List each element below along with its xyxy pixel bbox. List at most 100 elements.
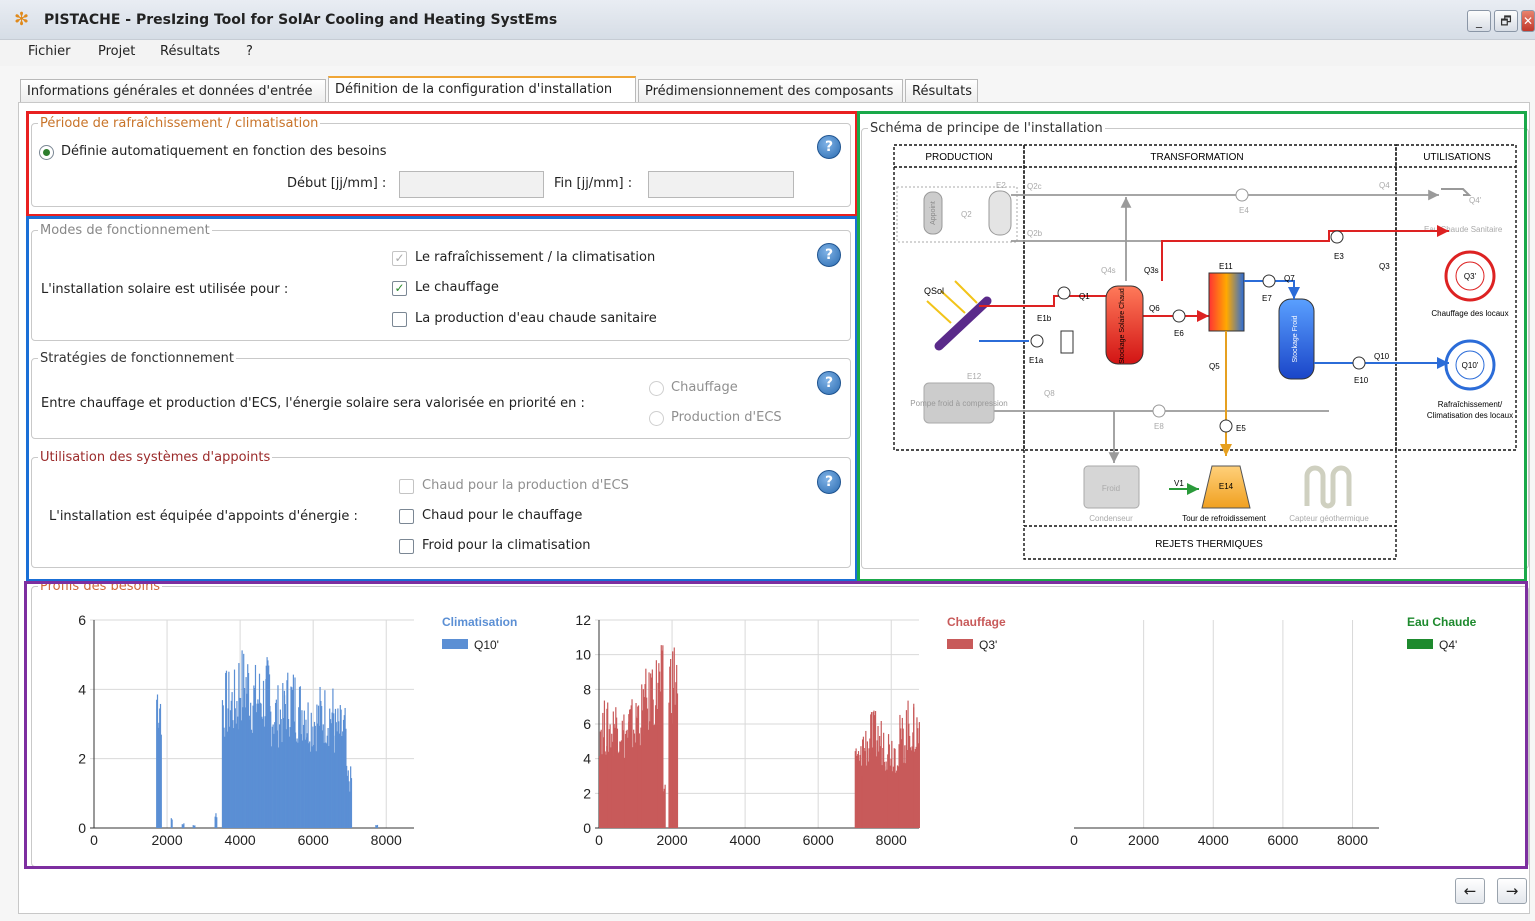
svg-text:Capteur géothermique: Capteur géothermique bbox=[1289, 514, 1369, 523]
strategies-legend: Stratégies de fonctionnement bbox=[40, 351, 234, 366]
svg-text:E2: E2 bbox=[996, 181, 1006, 190]
profils-legend: Profils des besoins bbox=[40, 579, 161, 594]
modes-question: L'installation solaire est utilisée pour… bbox=[41, 282, 289, 297]
data-bar bbox=[918, 722, 920, 828]
cb-ecs-label: La production d'eau chaude sanitaire bbox=[415, 311, 657, 326]
cb-appoint-froid-label: Froid pour la climatisation bbox=[422, 538, 591, 553]
svg-text:Q7: Q7 bbox=[1284, 274, 1295, 283]
cb-appoint-ecs[interactable] bbox=[399, 479, 414, 494]
svg-text:E14: E14 bbox=[1219, 482, 1234, 491]
svg-text:Q3s: Q3s bbox=[1144, 266, 1159, 275]
menu-bar: Fichier Projet Résultats ? bbox=[0, 40, 1535, 66]
legend-label: Q4' bbox=[1439, 638, 1457, 652]
data-bar bbox=[171, 819, 173, 828]
svg-text:Stockage Solaire Chaud: Stockage Solaire Chaud bbox=[1119, 288, 1126, 364]
chart-eau-chaude: 0 2000 4000 6000 8000 Eau Chaude Q4' bbox=[1070, 615, 1477, 848]
menu-resultats[interactable]: Résultats bbox=[160, 44, 220, 59]
svg-text:Q3: Q3 bbox=[1379, 262, 1390, 271]
help-strategies-icon[interactable]: ? bbox=[817, 371, 841, 395]
x-tick-label: 2000 bbox=[656, 832, 687, 848]
svg-text:Stockage Froid: Stockage Froid bbox=[1292, 315, 1299, 362]
chart-title: Chauffage bbox=[947, 615, 1006, 629]
restore-button[interactable]: 🗗 bbox=[1494, 10, 1518, 32]
data-bar bbox=[376, 824, 379, 828]
svg-text:Climatisation des locaux: Climatisation des locaux bbox=[1427, 411, 1513, 420]
x-tick-label: 4000 bbox=[730, 832, 761, 848]
svg-text:E7: E7 bbox=[1262, 294, 1272, 303]
fin-input[interactable] bbox=[648, 171, 794, 198]
cb-ecs[interactable] bbox=[392, 312, 407, 327]
chart-climatisation: 0 2000 4000 6000 8000 0 2 4 6 Climatisation Q10' bbox=[78, 612, 517, 848]
x-tick-label: 8000 bbox=[1337, 832, 1368, 848]
chart-chauffage: 0 2000 4000 6000 8000 0 2 4 6 8 10 12 Chauffage Q3' bbox=[575, 612, 1006, 848]
menu-projet[interactable]: Projet bbox=[98, 44, 135, 59]
radio-auto-periode[interactable] bbox=[39, 145, 54, 160]
svg-text:E3: E3 bbox=[1334, 252, 1344, 261]
radio-priorite-ecs-label: Production d'ECS bbox=[671, 410, 782, 425]
x-tick-label: 2000 bbox=[151, 832, 182, 848]
svg-text:E12: E12 bbox=[967, 372, 982, 381]
appoints-legend: Utilisation des systèmes d'appoints bbox=[40, 450, 271, 465]
x-tick-label: 8000 bbox=[371, 832, 402, 848]
x-tick-label: 6000 bbox=[298, 832, 329, 848]
chart-title: Eau Chaude bbox=[1407, 615, 1477, 629]
svg-text:E4: E4 bbox=[1239, 206, 1249, 215]
chart-title: Climatisation bbox=[442, 615, 517, 629]
previous-button[interactable]: ← bbox=[1455, 878, 1485, 904]
help-modes-icon[interactable]: ? bbox=[817, 243, 841, 267]
y-tick-label: 2 bbox=[78, 751, 86, 767]
svg-text:V1: V1 bbox=[1174, 479, 1184, 488]
y-tick-label: 2 bbox=[583, 785, 591, 801]
menu-fichier[interactable]: Fichier bbox=[28, 44, 71, 59]
tab-predimensionnement[interactable]: Prédimensionnement des composants bbox=[638, 79, 903, 103]
schema-utilisations-label: UTILISATIONS bbox=[1423, 152, 1491, 163]
cb-appoint-ecs-label: Chaud pour la production d'ECS bbox=[422, 478, 629, 493]
x-tick-label: 2000 bbox=[1128, 832, 1159, 848]
svg-text:E5: E5 bbox=[1236, 424, 1246, 433]
tab-informations[interactable]: Informations générales et données d'entr… bbox=[20, 79, 326, 103]
data-bar bbox=[183, 823, 185, 828]
legend-swatch bbox=[947, 639, 973, 649]
radio-priorite-chauffage-label: Chauffage bbox=[671, 380, 738, 395]
cb-rafraichissement-label: Le rafraîchissement / la climatisation bbox=[415, 250, 656, 265]
svg-text:Rafraîchissement/: Rafraîchissement/ bbox=[1438, 400, 1503, 409]
data-bar bbox=[676, 693, 679, 828]
y-tick-label: 4 bbox=[78, 681, 86, 697]
radio-priorite-ecs[interactable] bbox=[649, 411, 664, 426]
y-tick-label: 6 bbox=[78, 612, 86, 628]
debut-input[interactable] bbox=[399, 171, 544, 198]
fin-label: Fin [jj/mm] : bbox=[554, 176, 633, 191]
svg-text:E1a: E1a bbox=[1029, 356, 1044, 365]
tab-configuration[interactable]: Définition de la configuration d'install… bbox=[328, 76, 636, 103]
schema-diagram: PRODUCTION TRANSFORMATION UTILISATIONS R… bbox=[893, 144, 1517, 560]
cb-chauffage[interactable]: ✓ bbox=[392, 281, 407, 296]
svg-text:Q1: Q1 bbox=[1079, 292, 1090, 301]
svg-text:Tour de refroidissement: Tour de refroidissement bbox=[1182, 514, 1266, 523]
app-icon: ✻ bbox=[14, 9, 30, 30]
help-appoints-icon[interactable]: ? bbox=[817, 470, 841, 494]
menu-help[interactable]: ? bbox=[246, 44, 253, 59]
radio-priorite-chauffage[interactable] bbox=[649, 381, 664, 396]
svg-text:E11: E11 bbox=[1219, 262, 1233, 271]
close-button[interactable]: ✕ bbox=[1521, 10, 1535, 32]
svg-text:Q3': Q3' bbox=[1464, 272, 1477, 281]
x-tick-label: 8000 bbox=[876, 832, 907, 848]
cb-rafraichissement[interactable]: ✓ bbox=[392, 251, 407, 266]
x-tick-label: 0 bbox=[595, 832, 603, 848]
cb-appoint-chauffage[interactable] bbox=[399, 509, 414, 524]
legend-swatch bbox=[442, 639, 468, 649]
appoint-group: Appoint Q2 E2 bbox=[896, 181, 1018, 243]
legend-swatch bbox=[1407, 639, 1433, 649]
next-button[interactable]: → bbox=[1497, 878, 1527, 904]
tab-resultats[interactable]: Résultats bbox=[905, 79, 978, 103]
svg-text:Q4': Q4' bbox=[1469, 196, 1482, 205]
y-tick-label: 6 bbox=[583, 716, 591, 732]
x-tick-label: 4000 bbox=[1198, 832, 1229, 848]
svg-text:Eau Chaude Sanitaire: Eau Chaude Sanitaire bbox=[1424, 225, 1503, 234]
svg-text:Q6: Q6 bbox=[1149, 304, 1160, 313]
minimize-button[interactable]: _ bbox=[1467, 10, 1491, 32]
cb-appoint-froid[interactable] bbox=[399, 539, 414, 554]
svg-text:Q10: Q10 bbox=[1374, 352, 1390, 361]
modes-legend: Modes de fonctionnement bbox=[40, 223, 210, 238]
help-periode-icon[interactable]: ? bbox=[817, 135, 841, 159]
